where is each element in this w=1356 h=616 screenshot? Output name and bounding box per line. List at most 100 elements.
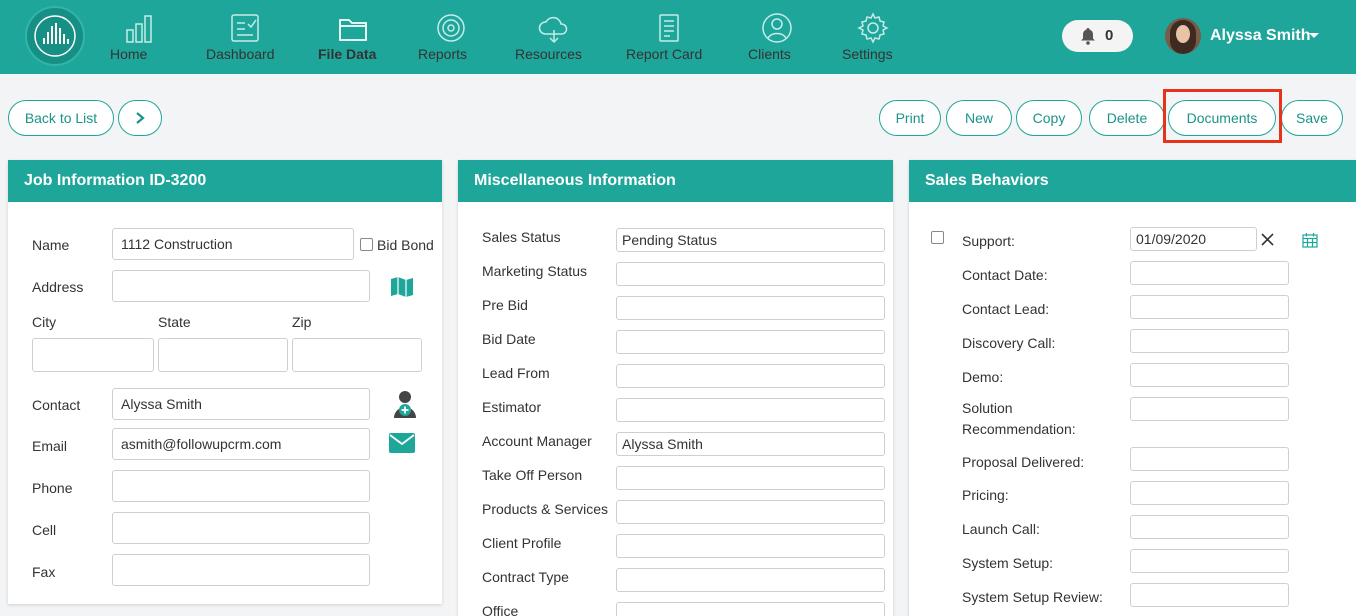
contact-person-icon[interactable] xyxy=(392,389,418,419)
state-field[interactable] xyxy=(158,338,288,372)
nav-reports-label: Reports xyxy=(418,46,468,62)
misc-field-label: Account Manager xyxy=(482,433,592,449)
misc-field-input[interactable] xyxy=(616,534,885,558)
support-label: Support: xyxy=(962,233,1015,249)
bid-bond-checkbox[interactable] xyxy=(360,238,373,251)
misc-field-input[interactable] xyxy=(616,398,885,422)
nav-settings-label: Settings xyxy=(842,46,893,62)
misc-field-input[interactable] xyxy=(616,500,885,524)
sales-field-input[interactable] xyxy=(1130,397,1289,421)
report-card-icon xyxy=(659,14,679,42)
nav-report-card-label: Report Card xyxy=(626,46,703,62)
back-to-list-button[interactable]: Back to List xyxy=(8,100,114,136)
sales-field-label: Proposal Delivered: xyxy=(962,454,1085,470)
new-button[interactable]: New xyxy=(946,100,1012,136)
sales-field-label: Contact Lead: xyxy=(962,301,1050,317)
nav-dashboard[interactable]: Dashboard xyxy=(206,12,284,68)
copy-button[interactable]: Copy xyxy=(1016,100,1082,136)
sales-field-label: Demo: xyxy=(962,369,1004,385)
top-navigation-bar: Home Dashboard File Data Reports Resourc… xyxy=(0,0,1356,74)
support-checkbox[interactable] xyxy=(931,231,944,244)
sales-field-label: Launch Call: xyxy=(962,521,1040,537)
nav-reports[interactable]: Reports xyxy=(418,12,484,68)
misc-field-label: Contract Type xyxy=(482,569,569,585)
sales-field-input[interactable] xyxy=(1130,583,1289,607)
sales-field-input[interactable] xyxy=(1130,515,1289,539)
fax-field[interactable] xyxy=(112,554,370,586)
clear-icon[interactable] xyxy=(1261,233,1274,246)
envelope-icon[interactable] xyxy=(389,433,415,453)
dashboard-icon xyxy=(231,14,259,42)
contact-field[interactable]: Alyssa Smith xyxy=(112,388,370,420)
target-icon xyxy=(437,14,465,42)
print-button[interactable]: Print xyxy=(879,100,941,136)
name-field[interactable]: 1112 Construction xyxy=(112,228,354,260)
sales-field-input[interactable] xyxy=(1130,481,1289,505)
sales-field-label: System Setup: xyxy=(962,555,1054,571)
address-field[interactable] xyxy=(112,270,370,302)
nav-home[interactable]: Home xyxy=(110,12,170,68)
nav-file-data[interactable]: File Data xyxy=(318,12,388,68)
sales-field-input[interactable] xyxy=(1130,447,1289,471)
nav-report-card[interactable]: Report Card xyxy=(626,12,712,68)
contact-label: Contact xyxy=(32,397,81,413)
app-logo[interactable] xyxy=(25,6,85,66)
map-icon[interactable] xyxy=(390,276,414,298)
misc-field-label: Marketing Status xyxy=(482,263,588,279)
documents-highlight-box xyxy=(1163,89,1282,143)
sales-field-input[interactable] xyxy=(1130,549,1289,573)
chevron-right-icon xyxy=(136,112,145,124)
notification-count: 0 xyxy=(1105,27,1114,44)
misc-field-input[interactable] xyxy=(616,602,885,616)
cell-field[interactable] xyxy=(112,512,370,544)
delete-button[interactable]: Delete xyxy=(1089,100,1165,136)
job-information-title: Job Information ID-3200 xyxy=(8,160,442,202)
nav-settings[interactable]: Settings xyxy=(842,12,904,68)
misc-field-label: Take Off Person xyxy=(482,467,583,483)
user-icon xyxy=(762,13,792,43)
city-field[interactable] xyxy=(32,338,154,372)
user-name: Alyssa Smith xyxy=(1210,27,1311,44)
nav-home-label: Home xyxy=(110,46,148,62)
misc-field-label: Office xyxy=(482,603,519,616)
misc-field-input[interactable]: Alyssa Smith xyxy=(616,432,885,456)
nav-clients-label: Clients xyxy=(748,46,791,62)
chevron-down-icon xyxy=(1309,33,1319,38)
misc-field-label: Bid Date xyxy=(482,331,536,347)
misc-field-label: Products & Services xyxy=(482,501,609,517)
misc-field-input[interactable] xyxy=(616,364,885,388)
misc-field-input[interactable] xyxy=(616,466,885,490)
bid-bond-label: Bid Bond xyxy=(377,237,434,253)
phone-label: Phone xyxy=(32,480,73,496)
misc-field-label: Lead From xyxy=(482,365,550,381)
notifications-button[interactable]: 0 xyxy=(1062,20,1133,52)
calendar-icon[interactable] xyxy=(1302,232,1318,248)
sales-field-input[interactable] xyxy=(1130,363,1289,387)
nav-clients[interactable]: Clients xyxy=(748,12,806,68)
sales-field-input[interactable] xyxy=(1130,329,1289,353)
next-button[interactable] xyxy=(118,100,162,136)
name-label: Name xyxy=(32,237,70,253)
sales-field-input[interactable] xyxy=(1130,295,1289,319)
save-button[interactable]: Save xyxy=(1281,100,1343,136)
address-label: Address xyxy=(32,279,84,295)
bar-chart-icon xyxy=(126,15,152,43)
email-field[interactable]: asmith@followupcrm.com xyxy=(112,428,370,460)
avatar xyxy=(1165,18,1201,54)
nav-resources[interactable]: Resources xyxy=(515,12,593,68)
misc-field-input[interactable] xyxy=(616,262,885,286)
fax-label: Fax xyxy=(32,564,56,580)
misc-field-input[interactable]: Pending Status xyxy=(616,228,885,252)
sales-field-label: Contact Date: xyxy=(962,267,1048,283)
sales-field-input[interactable] xyxy=(1130,261,1289,285)
sales-behaviors-title: Sales Behaviors xyxy=(909,160,1356,202)
misc-field-input[interactable] xyxy=(616,296,885,320)
cloud-icon xyxy=(538,16,568,44)
misc-field-input[interactable] xyxy=(616,330,885,354)
misc-field-input[interactable] xyxy=(616,568,885,592)
phone-field[interactable] xyxy=(112,470,370,502)
zip-field[interactable] xyxy=(292,338,422,372)
support-date-field[interactable]: 01/09/2020 xyxy=(1130,227,1257,251)
nav-file-data-label: File Data xyxy=(318,46,377,62)
misc-field-label: Estimator xyxy=(482,399,542,415)
